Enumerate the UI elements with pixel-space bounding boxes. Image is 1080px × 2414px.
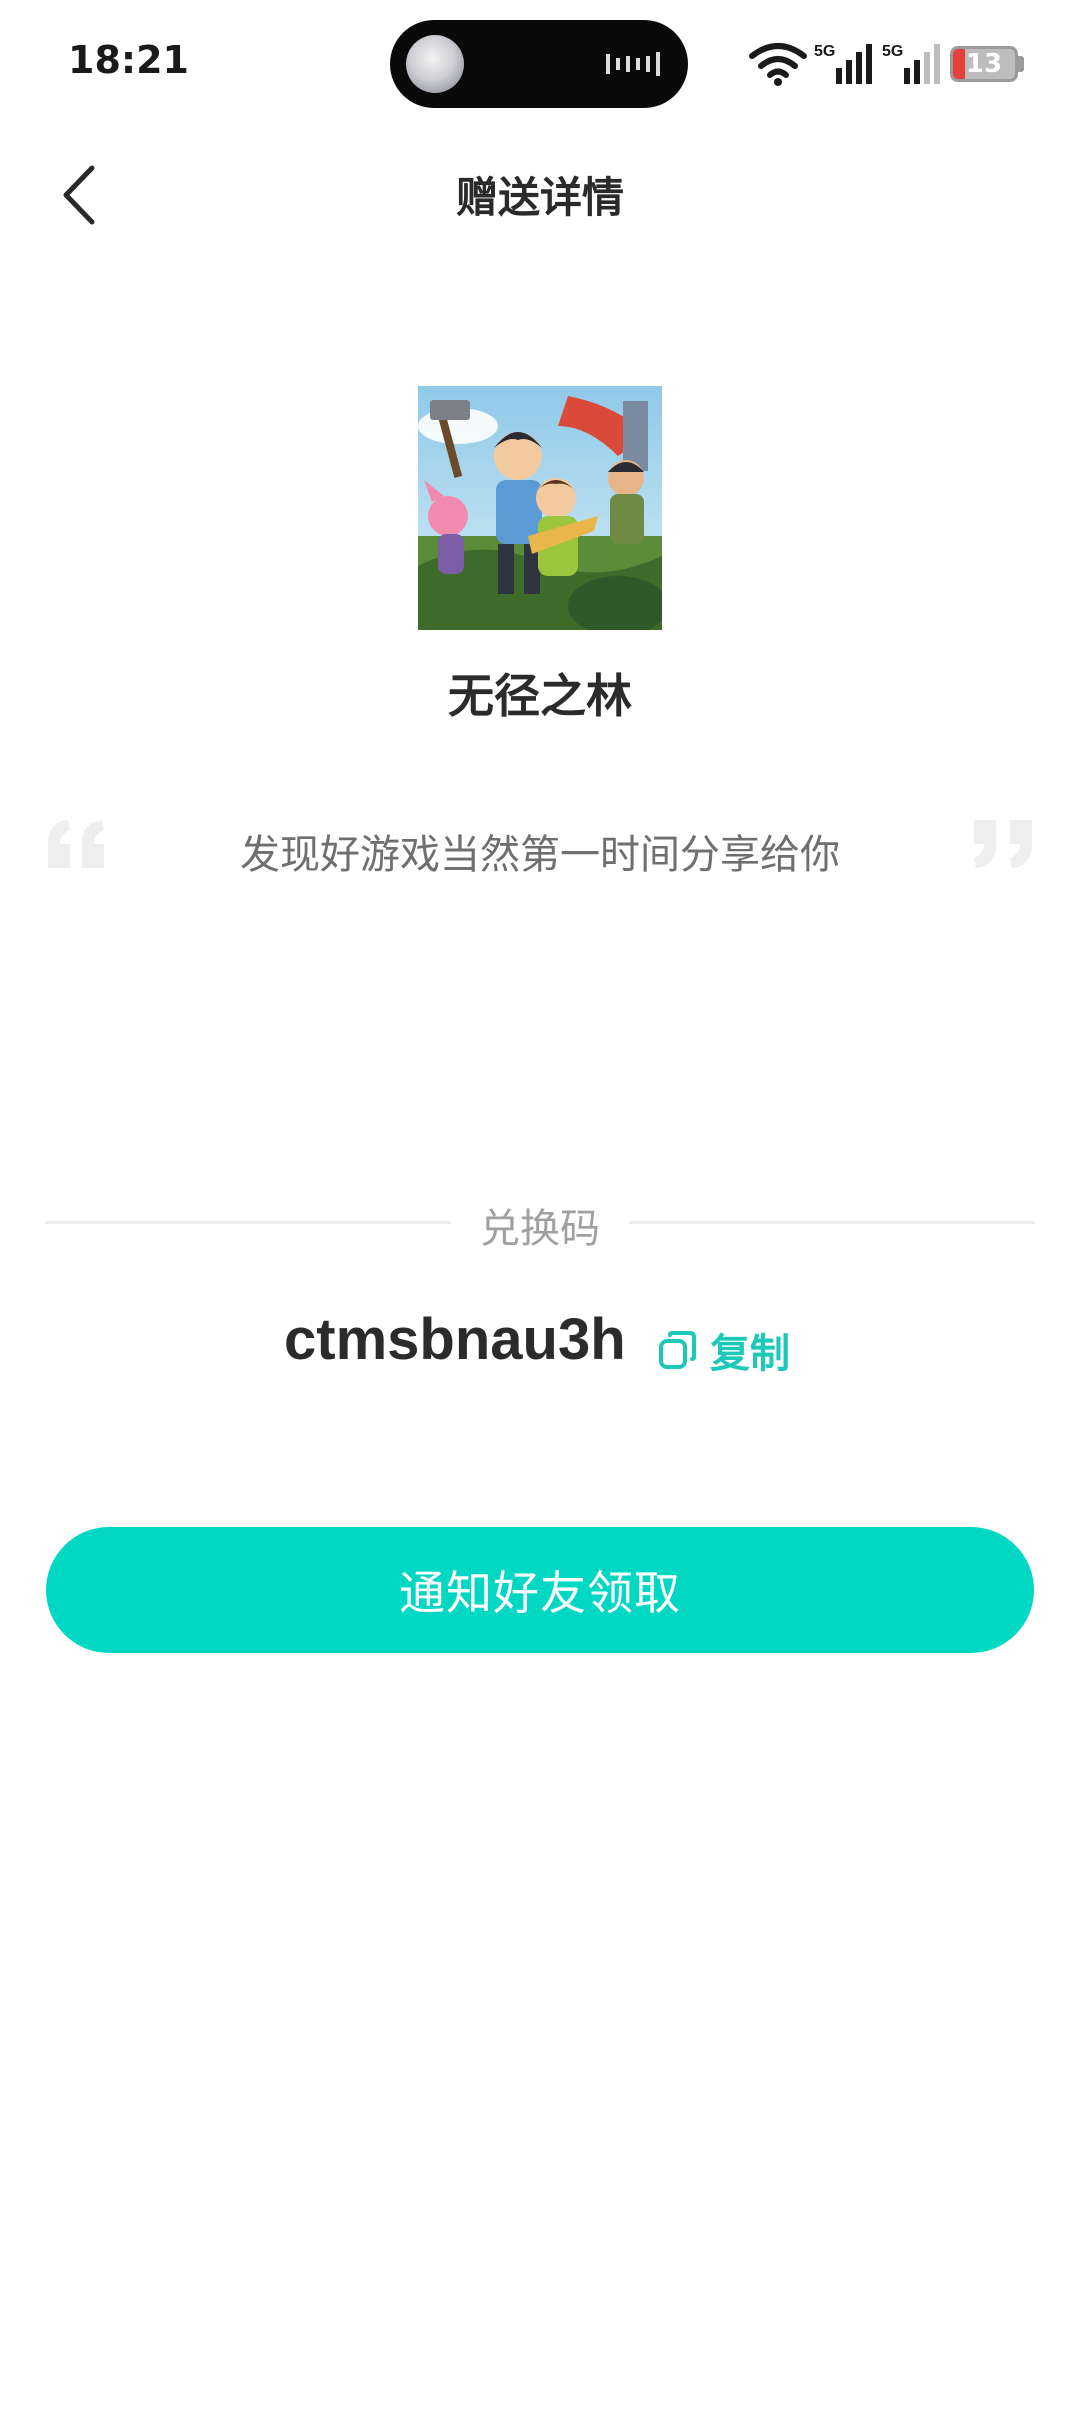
divider-right [630, 1221, 1034, 1224]
battery-icon: 13 [950, 46, 1018, 82]
copy-label: 复制 [710, 1331, 790, 1377]
page-title: 赠送详情 [455, 173, 624, 222]
redeem-code-value: ctmsbnau3h [284, 1307, 626, 1372]
gift-message: 发现好游戏当然第一时间分享给你 [240, 832, 840, 878]
battery-cap [1018, 56, 1024, 72]
notify-friend-button[interactable]: 通知好友领取 [46, 1527, 1034, 1653]
dynamic-island[interactable] [390, 20, 688, 108]
battery-level: 13 [965, 49, 1003, 79]
audio-wave-icon [606, 52, 660, 76]
signal-5g-icon: 5G [814, 43, 872, 84]
copy-icon [659, 1331, 696, 1369]
avatar [406, 35, 464, 93]
game-name: 无径之林 [448, 669, 632, 723]
status-time: 18:21 [68, 38, 189, 82]
svg-text:5G: 5G [882, 43, 903, 60]
game-cover-image[interactable] [418, 386, 662, 630]
signal-5g-icon: 5G [882, 43, 940, 84]
copy-button[interactable]: 复制 [656, 1322, 790, 1378]
quote-close-icon [974, 820, 1032, 868]
redeem-code-label: 兑换码 [480, 1206, 600, 1252]
svg-text:5G: 5G [814, 43, 835, 60]
wifi-icon [749, 43, 807, 86]
